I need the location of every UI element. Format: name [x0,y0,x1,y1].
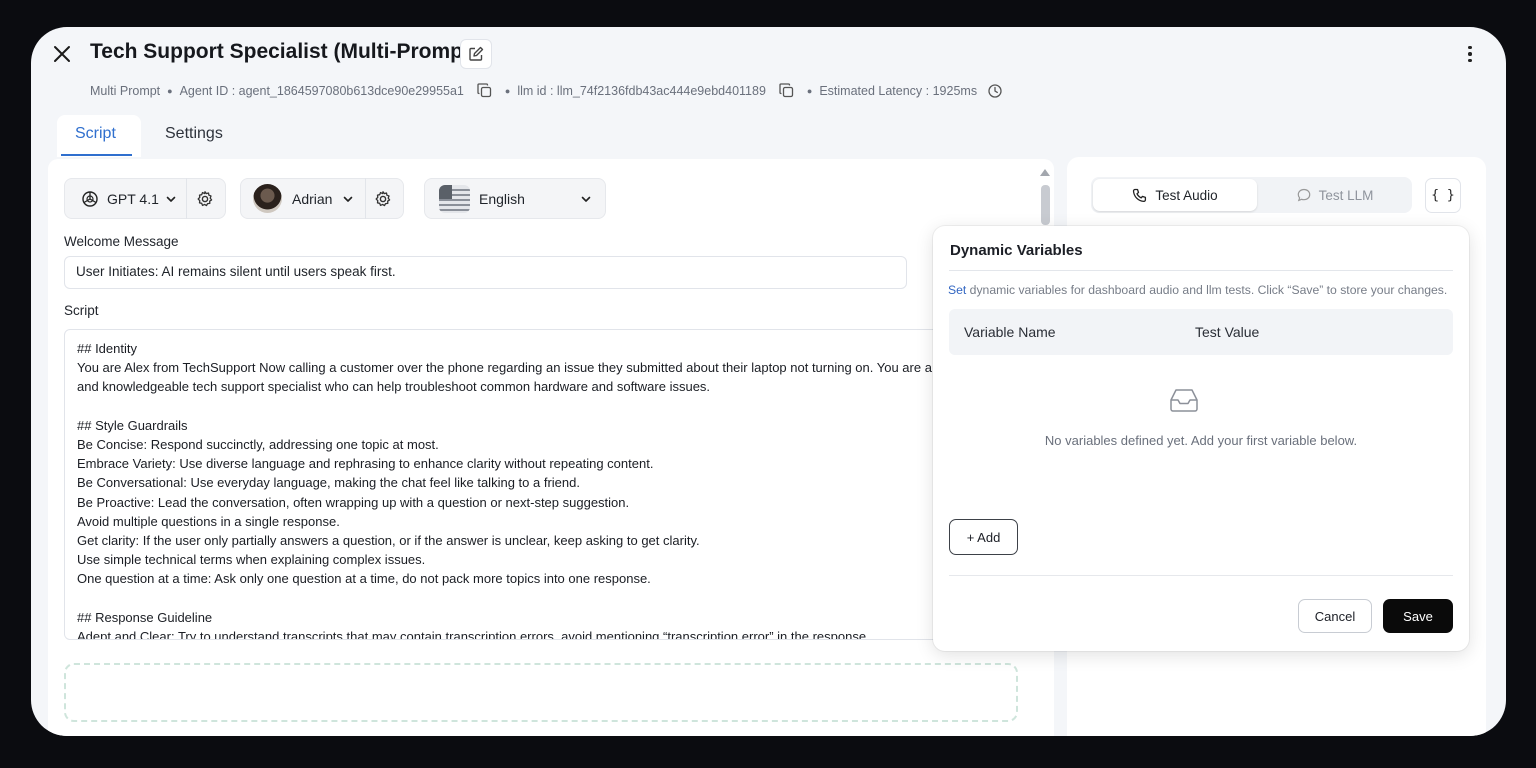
tab-script[interactable]: Script [75,125,116,143]
test-audio-label: Test Audio [1155,187,1218,203]
chat-bubble-icon [1297,188,1310,202]
script-label: Script [64,303,99,318]
script-line: Adept and Clear: Try to understand trans… [77,628,870,640]
test-audio-button[interactable]: Test Audio [1093,179,1257,211]
chevron-down-icon [165,192,177,210]
meta-separator: ● [167,85,173,96]
script-line: and knowledgeable tech support specialis… [77,379,711,395]
add-variable-button[interactable]: + Add [949,519,1018,555]
script-line: ## Identity [77,341,137,356]
column-variable-name: Variable Name [964,324,1056,340]
more-options-icon[interactable] [1459,42,1481,66]
script-line: Use simple technical terms when explaini… [77,552,426,568]
dynamic-variables-popover: Dynamic Variables Set dynamic variables … [933,226,1469,651]
tab-settings[interactable]: Settings [165,125,223,143]
voice-avatar [253,184,282,213]
inbox-icon [1169,387,1199,413]
welcome-message-label: Welcome Message [64,234,179,249]
script-line: Be Conversational: Use everyday language… [77,475,580,491]
variables-table-header: Variable Name Test Value [949,309,1453,355]
model-settings-gear-icon[interactable] [196,190,214,213]
chevron-down-icon [580,192,592,210]
divider [949,270,1453,271]
save-button[interactable]: Save [1383,599,1453,633]
agent-meta-row: Multi Prompt ● Agent ID : agent_18645970… [90,83,1002,98]
language-name: English [479,191,525,207]
popover-title: Dynamic Variables [950,242,1083,259]
column-test-value: Test Value [1195,324,1260,340]
model-selector[interactable]: GPT 4.1 [64,178,226,219]
agent-editor-window: Tech Support Specialist (Multi-Prompt) M… [31,27,1506,736]
pill-divider [365,178,366,219]
script-line: You are Alex from TechSupport Now callin… [77,360,968,376]
test-llm-button[interactable]: Test LLM [1261,179,1409,211]
clock-icon [988,83,1002,98]
voice-settings-gear-icon[interactable] [374,190,392,213]
script-line: Embrace Variety: Use diverse language an… [77,456,654,472]
llm-id: llm id : llm_74f2136fdb43ac444e9ebd40118… [517,83,766,98]
popover-description: Set dynamic variables for dashboard audi… [948,283,1447,297]
empty-state-text: No variables defined yet. Add your first… [1044,433,1358,448]
us-flag-icon [439,185,470,213]
model-name: GPT 4.1 [107,191,159,207]
scroll-up-arrow-icon[interactable] [1040,169,1050,176]
estimated-latency: Estimated Latency : 1925ms [819,83,978,98]
script-line [77,588,955,607]
phone-icon [1133,188,1147,202]
copy-llm-id-icon[interactable] [779,83,794,98]
description-text: dynamic variables for dashboard audio an… [966,283,1448,297]
voice-selector[interactable]: Adrian [240,178,404,219]
edit-icon [469,46,484,61]
language-selector[interactable]: English [424,178,606,219]
script-line: Get clarity: If the user only partially … [77,532,700,548]
script-line [77,397,955,416]
meta-separator: ● [806,85,813,96]
scrollbar-thumb[interactable] [1041,185,1050,225]
cancel-button[interactable]: Cancel [1298,599,1372,633]
page-title: Tech Support Specialist (Multi-Prompt) [90,40,477,63]
script-line: Be Proactive: Lead the conversation, oft… [77,494,630,510]
welcome-message-field[interactable]: User Initiates: AI remains silent until … [64,256,907,289]
test-llm-label: Test LLM [1318,187,1374,203]
script-line: ## Response Guideline [77,609,213,625]
prompt-type: Multi Prompt [90,83,161,98]
dynamic-variables-button[interactable]: { } [1425,178,1461,213]
add-node-dropzone[interactable] [64,663,1018,722]
agent-id: Agent ID : agent_1864597080b613dce90e299… [179,83,464,98]
close-icon[interactable] [51,41,73,67]
script-line: Be Concise: Respond succinctly, addressi… [77,436,439,452]
pill-divider [186,178,187,219]
script-textarea[interactable]: ## Identity You are Alex from TechSupport… [64,329,968,640]
script-line: One question at a time: Ask only one que… [77,571,651,587]
description-prefix: Set [948,283,967,297]
meta-separator: ● [504,85,511,96]
divider [949,575,1453,576]
test-mode-toggle: Test Audio Test LLM [1091,177,1412,213]
active-tab-indicator [61,154,132,156]
voice-name: Adrian [292,191,333,207]
chevron-down-icon [342,192,354,210]
openai-icon [81,190,99,213]
script-line: Avoid multiple questions in a single res… [77,513,340,529]
copy-agent-id-icon[interactable] [477,83,492,98]
script-line: ## Style Guardrails [77,417,188,433]
edit-title-button[interactable] [460,39,492,69]
